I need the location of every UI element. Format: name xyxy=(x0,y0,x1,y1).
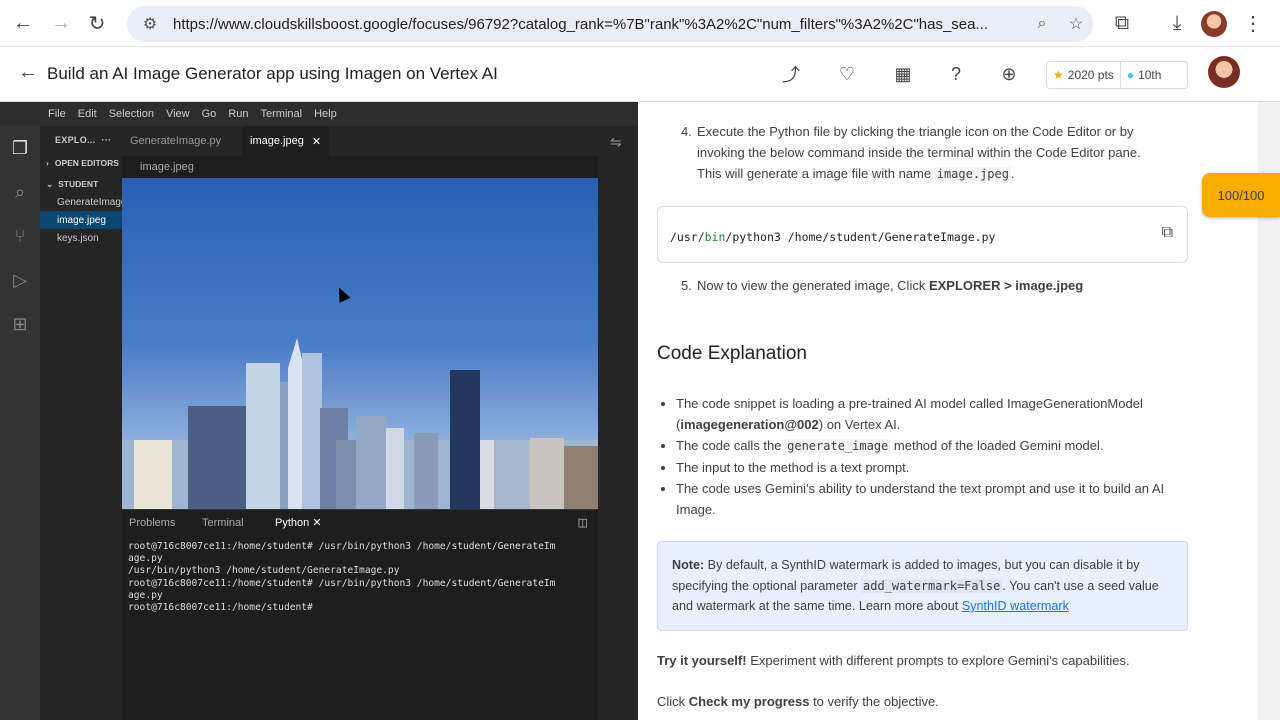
check-progress-text: Click Check my progress to verify the ob… xyxy=(657,694,939,709)
list-item: The input to the method is a text prompt… xyxy=(676,457,1196,478)
code-editor-pane: File Edit Selection View Go Run Terminal… xyxy=(0,102,638,720)
file-image-jpeg[interactable]: image.jpeg xyxy=(40,211,122,229)
terminal-line: root@716c8007ce11:/home/student# /usr/bi… xyxy=(128,541,556,552)
step-5-text: Now to view the generated image, Click E… xyxy=(697,278,1084,293)
terminal-line: root@716c8007ce11:/home/student# xyxy=(128,602,313,614)
search-icon[interactable]: ⌕ xyxy=(0,170,40,214)
list-item: The code snippet is loading a pre-traine… xyxy=(676,393,1196,435)
menu-kebab-icon[interactable]: ⋮ xyxy=(1236,6,1270,40)
score-tab[interactable]: 100/100 xyxy=(1202,173,1280,217)
menu-view[interactable]: View xyxy=(166,108,190,120)
explorer-sidebar: EXPLO... ··· › OPEN EDITORS ⌄ STUDENT Gen… xyxy=(40,126,122,720)
favorite-heart-icon[interactable]: ♡ xyxy=(834,61,860,87)
share-icon[interactable]: ⤴ xyxy=(778,61,804,87)
generated-image xyxy=(122,178,598,509)
close-icon[interactable]: ✕ xyxy=(312,517,321,529)
layout-icon[interactable]: ⇋ xyxy=(610,134,638,151)
grid-icon[interactable]: ▦ xyxy=(890,61,916,87)
back-arrow-icon[interactable]: ← xyxy=(6,6,40,40)
user-avatar[interactable] xyxy=(1208,56,1240,88)
help-icon[interactable]: ? xyxy=(943,61,969,87)
extensions-icon[interactable]: ⊞ xyxy=(0,302,40,346)
address-bar[interactable]: ⚙ https://www.cloudskillsboost.google/fo… xyxy=(127,6,1093,42)
note-callout: Note: By default, a SynthID watermark is… xyxy=(657,541,1188,631)
bookmark-star-icon[interactable]: ☆ xyxy=(1063,11,1089,37)
step-number: 4. xyxy=(681,124,692,139)
breadcrumb[interactable]: image.jpeg xyxy=(122,156,638,178)
lab-title: Build an AI Image Generator app using Im… xyxy=(47,64,498,83)
minimap-strip: ⇋ xyxy=(598,126,638,720)
city-skyline-image xyxy=(122,338,598,509)
url-text: https://www.cloudskillsboost.google/focu… xyxy=(173,15,988,33)
open-editors-section[interactable]: › OPEN EDITORS xyxy=(40,154,122,172)
student-folder[interactable]: ⌄ STUDENT xyxy=(40,175,122,193)
lab-header: ← Build an AI Image Generator app using … xyxy=(0,47,1280,102)
command-code-block: /usr/bin/python3 /home/student/GenerateI… xyxy=(657,206,1188,263)
section-heading: Code Explanation xyxy=(657,343,807,364)
reload-icon[interactable]: ↻ xyxy=(80,6,114,40)
source-control-icon[interactable]: ⑂ xyxy=(0,214,40,258)
profile-avatar[interactable] xyxy=(1201,11,1227,37)
terminal-line: root@716c8007ce11:/home/student# /usr/bi… xyxy=(128,577,556,589)
menu-selection[interactable]: Selection xyxy=(109,108,154,120)
browser-toolbar: ← → ↻ ⚙ https://www.cloudskillsboost.goo… xyxy=(0,0,1280,47)
panel-tab-python[interactable]: Python ✕ xyxy=(268,516,341,529)
tab-generateimage[interactable]: GenerateImage.py xyxy=(122,126,242,156)
list-item: The code uses Gemini's ability to unders… xyxy=(676,478,1196,520)
star-icon: ★ xyxy=(1053,68,1064,82)
activity-bar: ❐ ⌕ ⑂ ▷ ⊞ xyxy=(0,126,40,720)
terminal-line: /usr/bin/python3 /home/student/GenerateI… xyxy=(128,565,400,577)
step-number: 5. xyxy=(681,278,692,293)
inline-code: image.jpeg xyxy=(934,167,1011,181)
panel-tab-problems[interactable]: Problems xyxy=(122,517,195,529)
menu-run[interactable]: Run xyxy=(228,108,248,120)
try-it-text: Try it yourself! Experiment with differe… xyxy=(657,653,1130,668)
terminal-line: age.py xyxy=(128,589,163,601)
copy-icon[interactable]: ⧉ xyxy=(1162,221,1173,242)
lab-instructions: 4. Execute the Python file by clicking t… xyxy=(638,102,1258,720)
menu-file[interactable]: File xyxy=(48,108,66,120)
step-4-text: Execute the Python file by clicking the … xyxy=(697,124,1141,181)
back-arrow-icon[interactable]: ← xyxy=(18,61,38,84)
explorer-title: EXPLO... ··· xyxy=(55,135,112,145)
close-icon[interactable]: ✕ xyxy=(312,135,321,148)
menu-go[interactable]: Go xyxy=(202,108,217,120)
run-debug-icon[interactable]: ▷ xyxy=(0,258,40,302)
file-generateimage[interactable]: GenerateImage.py xyxy=(40,193,122,211)
points-badge[interactable]: ★ 2020 pts ● 10th xyxy=(1046,61,1188,89)
points-text: 2020 pts xyxy=(1067,68,1114,82)
terminal-output[interactable]: root@716c8007ce11:/home/student# /usr/bi… xyxy=(122,535,598,720)
maximize-panel-icon[interactable]: ◫ xyxy=(578,516,588,529)
menu-help[interactable]: Help xyxy=(314,108,337,120)
extensions-icon[interactable]: ⧉ xyxy=(1105,6,1139,40)
editor-menubar: File Edit Selection View Go Run Terminal… xyxy=(0,102,638,126)
tab-image-jpeg[interactable]: image.jpeg ✕ xyxy=(242,126,330,156)
terminal-line: age.py xyxy=(128,553,163,565)
list-item: The code calls the generate_image method… xyxy=(676,435,1196,457)
forward-arrow-icon[interactable]: → xyxy=(44,6,78,40)
panel-tab-terminal[interactable]: Terminal xyxy=(195,517,268,529)
league-icon: ● xyxy=(1126,68,1135,82)
zoom-search-icon[interactable]: ⌕ xyxy=(1029,11,1055,37)
explanation-list: The code snippet is loading a pre-traine… xyxy=(676,393,1196,520)
menu-edit[interactable]: Edit xyxy=(78,108,97,120)
menu-terminal[interactable]: Terminal xyxy=(261,108,303,120)
panel-tabs: Problems Terminal Python ✕ ◫ xyxy=(122,509,598,535)
explorer-files-icon[interactable]: ❐ xyxy=(0,126,40,170)
download-icon[interactable]: ⤓ xyxy=(1160,6,1194,40)
site-info-icon[interactable]: ⚙ xyxy=(137,11,163,37)
editor-tabs: GenerateImage.py image.jpeg✕ ⧉ xyxy=(122,126,638,156)
language-globe-icon[interactable]: ⊕ xyxy=(996,61,1022,87)
synthid-link[interactable]: SynthID watermark xyxy=(962,599,1069,613)
rank-text: 10th xyxy=(1138,68,1162,82)
file-keys-json[interactable]: keys.json xyxy=(40,229,122,247)
